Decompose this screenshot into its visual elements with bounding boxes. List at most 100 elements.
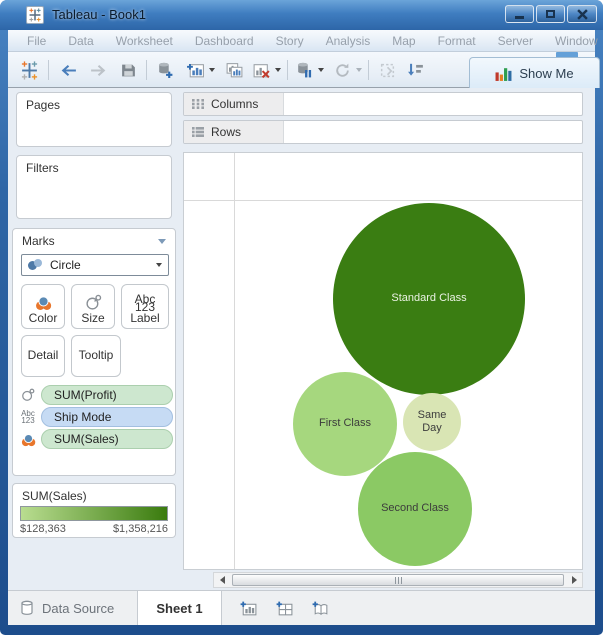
chevron-down-icon (156, 263, 162, 267)
new-data-source-button[interactable] (151, 58, 179, 82)
columns-icon (191, 98, 205, 110)
bubble-second-class[interactable]: Second Class (358, 452, 472, 566)
color-icon[interactable] (19, 432, 37, 447)
pill-label: Ship Mode (54, 410, 111, 424)
pill-row: Abc123 Ship Mode (19, 407, 173, 427)
new-worksheet-dropdown[interactable] (207, 58, 217, 82)
color-button[interactable]: Color (21, 284, 65, 329)
abc123-icon[interactable]: Abc123 (19, 410, 37, 425)
pages-shelf[interactable]: Pages (16, 92, 172, 147)
tableau-window: Tableau - Book1 File Data Worksheet Dash… (0, 0, 603, 635)
new-dashboard-tab-button[interactable] (272, 598, 296, 619)
rows-icon (191, 126, 205, 138)
maximize-icon (546, 10, 555, 18)
tooltip-button-label: Tooltip (79, 348, 114, 362)
scrollbar-thumb[interactable] (232, 574, 564, 586)
rows-label: Rows (211, 125, 241, 139)
menu-story[interactable]: Story (265, 31, 315, 51)
tooltip-button[interactable]: Tooltip (71, 335, 121, 377)
data-source-icon (20, 600, 34, 616)
pill-sum-profit[interactable]: SUM(Profit) (41, 385, 173, 405)
pause-auto-updates-icon (295, 61, 313, 79)
tableau-sparkle-icon[interactable] (16, 58, 42, 82)
pill-label: SUM(Profit) (54, 388, 117, 402)
minimize-icon (515, 16, 524, 19)
workspace: Pages Filters Marks Circle Color (8, 88, 595, 590)
menu-dashboard[interactable]: Dashboard (184, 31, 265, 51)
bubble-label: Second Class (381, 502, 449, 515)
columns-label: Columns (211, 97, 258, 111)
marks-card: Marks Circle Color (12, 228, 176, 476)
toolbar-separator (368, 60, 369, 80)
menu-analysis[interactable]: Analysis (315, 31, 382, 51)
undo-button[interactable] (54, 58, 82, 82)
new-worksheet-icon (186, 62, 205, 79)
menu-data[interactable]: Data (57, 31, 104, 51)
sheet1-label: Sheet 1 (156, 601, 202, 616)
title-bar[interactable]: Tableau - Book1 (0, 0, 603, 30)
new-dashboard-icon (275, 600, 294, 617)
pill-sum-sales[interactable]: SUM(Sales) (41, 429, 173, 449)
scroll-left-button[interactable] (214, 573, 230, 587)
color-icon (35, 294, 52, 311)
new-worksheet-button[interactable] (183, 58, 207, 82)
toolbar-separator (146, 60, 147, 80)
toolbar-separator (48, 60, 49, 80)
refresh-button[interactable] (330, 58, 354, 82)
size-button-label: Size (81, 311, 104, 325)
clear-sheet-dropdown[interactable] (273, 58, 283, 82)
new-story-tab-button[interactable] (308, 598, 332, 619)
sort-button[interactable] (402, 58, 428, 82)
run-update-button[interactable] (374, 58, 400, 82)
size-button[interactable]: Size (71, 284, 115, 329)
data-source-tab[interactable]: Data Source (10, 591, 135, 625)
bubble-label: Same Day (411, 409, 453, 435)
close-button[interactable] (567, 5, 597, 23)
menu-worksheet[interactable]: Worksheet (105, 31, 184, 51)
redo-button[interactable] (84, 58, 112, 82)
size-icon[interactable] (19, 388, 37, 402)
legend-max-value: $1,358,216 (113, 523, 168, 535)
color-legend-card[interactable]: SUM(Sales) $128,363 $1,358,216 (12, 483, 176, 538)
bubble-same-day[interactable]: Same Day (403, 393, 461, 451)
horizontal-scrollbar[interactable] (213, 572, 583, 588)
menu-server[interactable]: Server (487, 31, 544, 51)
duplicate-sheet-button[interactable] (221, 58, 247, 82)
bubble-first-class[interactable]: First Class (293, 372, 397, 476)
legend-title: SUM(Sales) (13, 484, 175, 503)
marks-menu-icon[interactable] (158, 239, 166, 244)
filters-title: Filters (17, 156, 171, 175)
rows-shelf[interactable]: Rows (183, 120, 583, 144)
bubble-standard-class[interactable]: Standard Class (333, 203, 525, 395)
toolbar-separator (287, 60, 288, 80)
pill-ship-mode[interactable]: Ship Mode (41, 407, 173, 427)
columns-shelf[interactable]: Columns (183, 92, 583, 116)
bubble-label: Standard Class (391, 292, 466, 305)
label-button[interactable]: Abc123 Label (121, 284, 169, 329)
detail-button-label: Detail (28, 348, 59, 362)
save-button[interactable] (114, 58, 142, 82)
menu-map[interactable]: Map (381, 31, 426, 51)
show-me-button[interactable]: Show Me (469, 57, 600, 88)
close-icon (577, 9, 588, 20)
sheet1-tab[interactable]: Sheet 1 (138, 591, 222, 625)
clear-sheet-icon (252, 62, 271, 79)
clear-sheet-button[interactable] (249, 58, 273, 82)
scroll-right-button[interactable] (566, 573, 582, 587)
menu-window[interactable]: Window (544, 31, 603, 51)
new-data-source-icon (156, 61, 174, 79)
pause-auto-updates-button[interactable] (292, 58, 316, 82)
pause-auto-updates-dropdown[interactable] (316, 58, 326, 82)
chart-pane[interactable]: Standard Class First Class Same Day Second … (183, 152, 583, 570)
undo-icon (59, 64, 78, 77)
menu-file[interactable]: File (16, 31, 57, 51)
detail-button[interactable]: Detail (21, 335, 65, 377)
minimize-button[interactable] (505, 5, 534, 23)
filters-shelf[interactable]: Filters (16, 155, 172, 219)
maximize-button[interactable] (536, 5, 565, 23)
menu-format[interactable]: Format (427, 31, 487, 51)
new-worksheet-tab-button[interactable] (236, 598, 260, 619)
mark-type-dropdown[interactable]: Circle (21, 254, 169, 276)
refresh-dropdown[interactable] (354, 58, 364, 82)
new-worksheet-icon (239, 600, 258, 617)
